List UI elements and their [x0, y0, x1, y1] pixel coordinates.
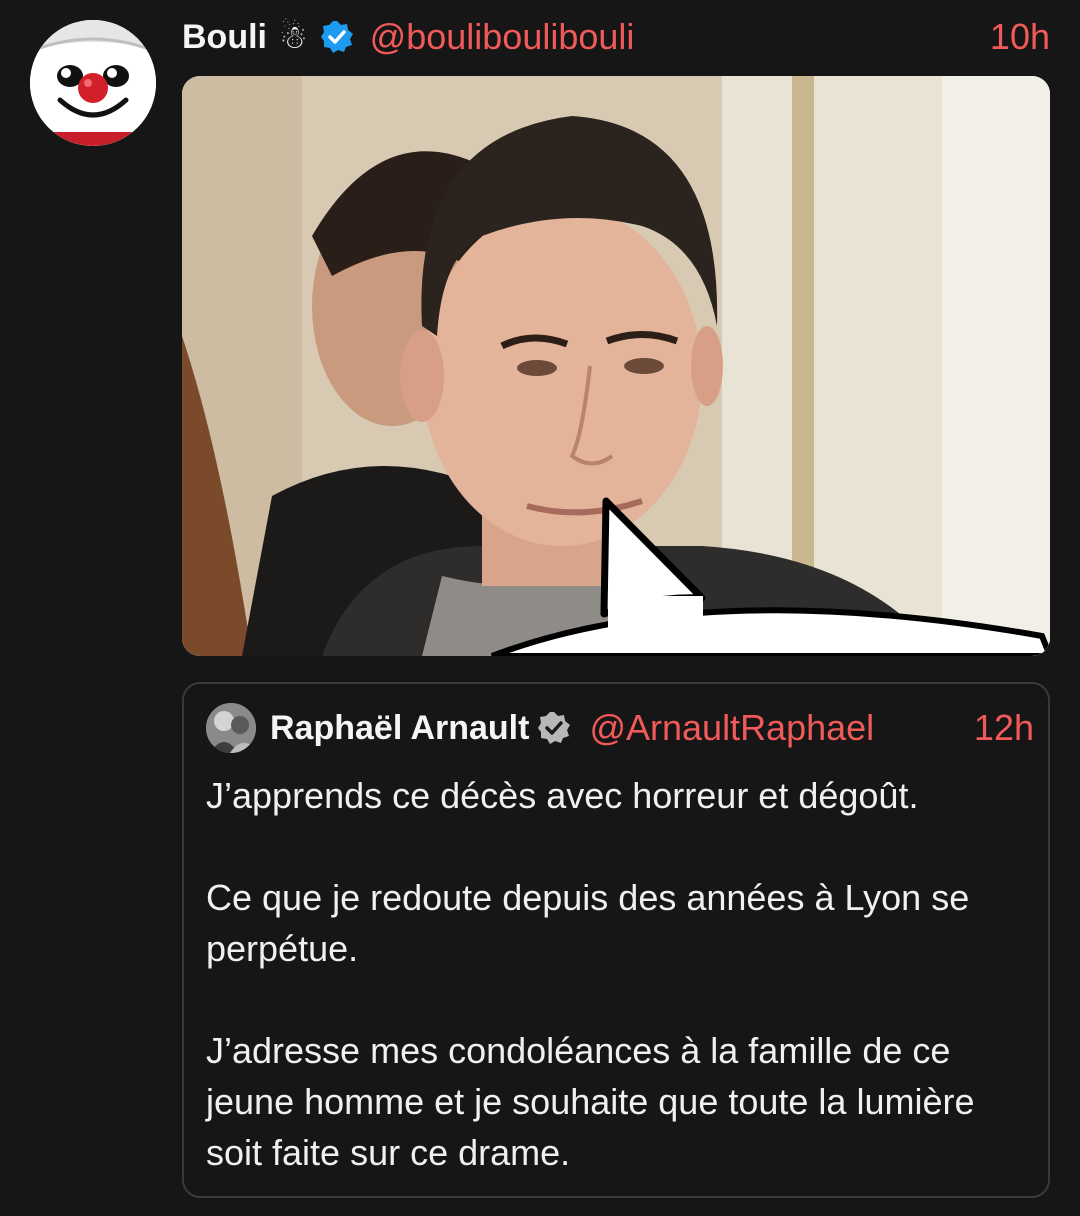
author-name[interactable]: Bouli: [182, 18, 267, 57]
quoted-tweet-text: J’apprends ce décès avec horreur et dégo…: [206, 770, 1034, 1178]
snowman-emoji-icon: ☃: [278, 19, 308, 55]
quoted-paragraph: Ce que je redoute depuis des années à Ly…: [206, 877, 970, 969]
verified-badge-icon: [537, 711, 571, 745]
photo-man-with-speech-bubble-icon: [182, 76, 1050, 656]
snowman-face-icon: [30, 20, 156, 146]
tweet[interactable]: Bouli ☃ @boulibouliboulі 10h Raphaël Arn…: [0, 0, 1080, 1216]
quoted-author-name[interactable]: Raphaël Arnault: [270, 709, 529, 748]
verified-badge-icon: [320, 20, 354, 54]
quoted-paragraph: J’adresse mes condoléances à la famille …: [206, 1030, 975, 1173]
author-handle[interactable]: @boulibouliboulі: [370, 16, 635, 58]
quoted-avatar-photo-icon: [206, 703, 256, 753]
quoted-tweet-header: Raphaël Arnault @ArnaultRaphael 12h: [206, 702, 1034, 754]
quoted-author-handle[interactable]: @ArnaultRaphael: [589, 707, 874, 749]
post-timestamp[interactable]: 10h: [990, 16, 1050, 58]
quoted-author-avatar[interactable]: [206, 703, 256, 753]
author-avatar[interactable]: [30, 20, 156, 146]
post-image[interactable]: [182, 76, 1050, 656]
quoted-paragraph: J’apprends ce décès avec horreur et dégo…: [206, 775, 919, 816]
tweet-header: Bouli ☃ @boulibouliboulі 10h: [182, 14, 1050, 60]
quoted-timestamp[interactable]: 12h: [974, 707, 1034, 749]
quoted-tweet-card[interactable]: Raphaël Arnault @ArnaultRaphael 12h J’ap…: [182, 682, 1050, 1198]
